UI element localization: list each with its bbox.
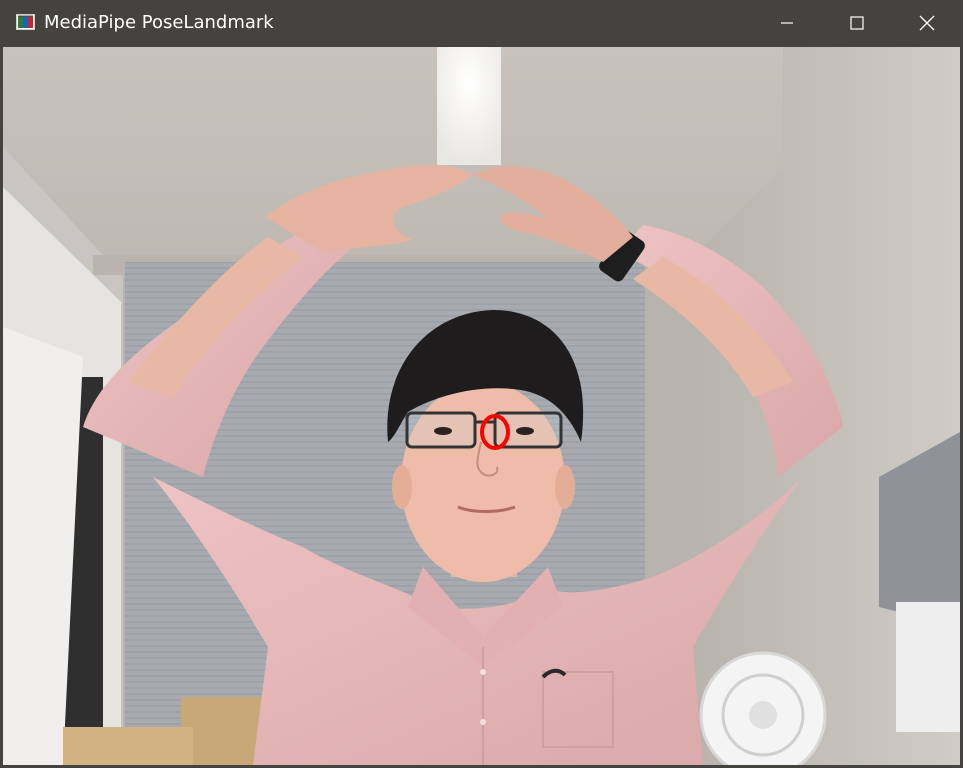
maximize-icon <box>850 16 864 30</box>
close-icon <box>919 15 935 31</box>
maximize-button[interactable] <box>822 0 892 46</box>
title-bar[interactable]: MediaPipe PoseLandmark <box>0 0 963 46</box>
ceiling-light <box>437 47 501 165</box>
app-window: MediaPipe PoseLandmark <box>0 0 963 768</box>
opencv-window-icon <box>16 14 35 30</box>
cardboard-box-2 <box>63 727 193 765</box>
window-title: MediaPipe PoseLandmark <box>44 12 274 33</box>
wall-poster <box>896 602 960 732</box>
camera-frame <box>3 47 960 765</box>
minimize-button[interactable] <box>752 0 822 46</box>
close-button[interactable] <box>892 0 962 46</box>
camera-image <box>3 47 960 765</box>
minimize-icon <box>781 22 793 24</box>
